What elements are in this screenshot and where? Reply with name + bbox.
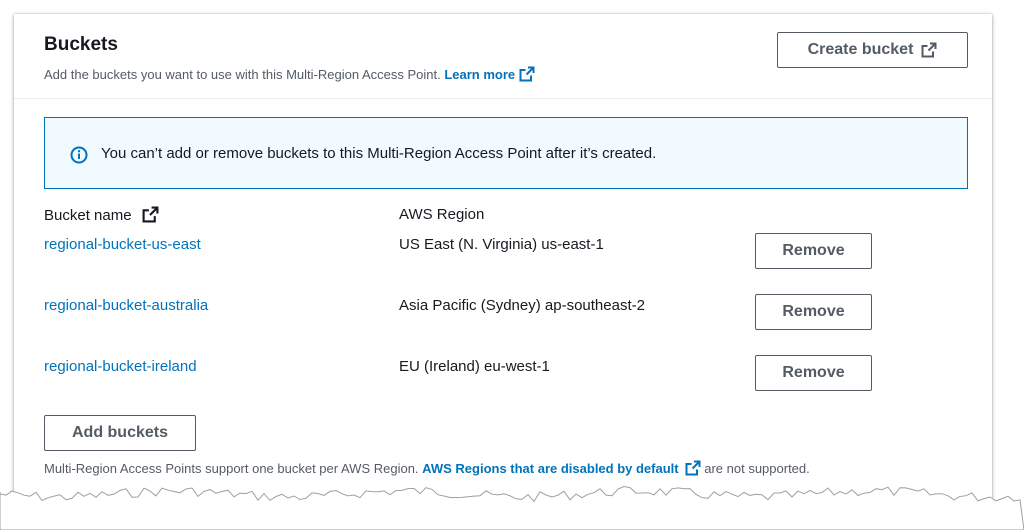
learn-more-label: Learn more (444, 67, 516, 82)
panel-description: Add the buckets you want to use with thi… (44, 66, 535, 82)
add-buckets-label: Add buckets (71, 424, 168, 441)
region-text: Asia Pacific (Sydney) ap-southeast-2 (399, 297, 645, 314)
bucket-link[interactable]: regional-bucket-ireland (44, 358, 197, 375)
info-icon (70, 146, 88, 164)
description-text: Add the buckets you want to use with thi… (44, 67, 441, 82)
learn-more-link[interactable]: Learn more (444, 66, 535, 82)
footer-suffix: are not supported. (704, 461, 810, 476)
column-header-label: Bucket name (44, 207, 132, 224)
column-header-bucket-name: Bucket name (44, 206, 159, 224)
panel-header: Buckets Add the buckets you want to use … (14, 14, 992, 99)
create-bucket-label: Create bucket (807, 41, 914, 58)
remove-button[interactable]: Remove (755, 233, 872, 269)
footer-prefix: Multi-Region Access Points support one b… (44, 461, 419, 476)
buckets-panel: Buckets Add the buckets you want to use … (14, 14, 992, 504)
region-text: US East (N. Virginia) us-east-1 (399, 236, 604, 253)
external-link-icon[interactable] (142, 206, 159, 223)
external-link-icon (921, 42, 937, 58)
torn-edge (0, 485, 1024, 530)
add-buckets-button[interactable]: Add buckets (44, 415, 196, 451)
remove-button[interactable]: Remove (755, 355, 872, 391)
bucket-link[interactable]: regional-bucket-us-east (44, 236, 201, 253)
remove-label: Remove (782, 303, 845, 320)
remove-label: Remove (782, 242, 845, 259)
create-bucket-button[interactable]: Create bucket (777, 32, 968, 68)
panel-title: Buckets (44, 34, 118, 55)
external-link-icon (519, 66, 535, 82)
bucket-link[interactable]: regional-bucket-australia (44, 297, 208, 314)
footer-note: Multi-Region Access Points support one b… (44, 460, 810, 476)
disabled-regions-label: AWS Regions that are disabled by default (422, 461, 679, 476)
region-text: EU (Ireland) eu-west-1 (399, 358, 550, 375)
disabled-regions-link[interactable]: AWS Regions that are disabled by default (422, 460, 701, 476)
alert-message: You can’t add or remove buckets to this … (101, 145, 657, 162)
external-link-icon (685, 460, 701, 476)
info-alert: You can’t add or remove buckets to this … (44, 117, 968, 189)
remove-label: Remove (782, 364, 845, 381)
remove-button[interactable]: Remove (755, 294, 872, 330)
column-header-aws-region: AWS Region (399, 206, 485, 223)
